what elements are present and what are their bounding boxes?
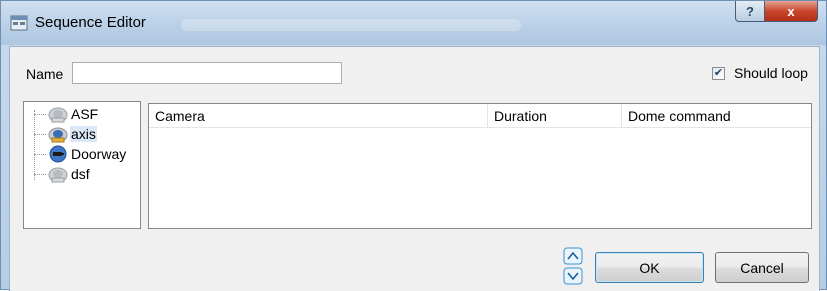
should-loop-option[interactable]: ✔ Should loop — [712, 65, 808, 81]
should-loop-label: Should loop — [734, 65, 808, 81]
dialog-body: Name ✔ Should loop ASF axis Doorway dsf … — [9, 46, 820, 291]
dome-camera-icon — [48, 127, 68, 143]
tree-item-label: Doorway — [71, 146, 127, 162]
sequence-table[interactable]: Camera Duration Dome command — [148, 103, 812, 229]
column-header-duration[interactable]: Duration — [488, 104, 622, 127]
ok-button[interactable]: OK — [595, 252, 704, 283]
name-input[interactable] — [72, 62, 342, 84]
window-icon — [10, 15, 28, 31]
name-label: Name — [26, 66, 64, 82]
tree-item-label: ASF — [71, 106, 99, 122]
tree-item-dsf[interactable]: dsf — [34, 164, 91, 184]
column-header-dome-command[interactable]: Dome command — [622, 104, 811, 127]
title-bar[interactable]: Sequence Editor ? x — [1, 1, 826, 45]
sequence-editor-window: Sequence Editor ? x Name ✔ Should loop A… — [0, 0, 827, 291]
column-header-camera[interactable]: Camera — [149, 104, 488, 127]
window-title: Sequence Editor — [35, 14, 146, 31]
dome-camera-icon — [48, 167, 68, 183]
dome-camera-icon — [48, 107, 68, 123]
help-button[interactable]: ? — [735, 1, 765, 22]
close-button[interactable]: x — [764, 1, 818, 22]
move-up-icon[interactable] — [563, 247, 583, 265]
reorder-arrows — [563, 247, 583, 285]
box-camera-icon — [49, 145, 67, 163]
tree-item-label: dsf — [71, 166, 90, 182]
should-loop-checkbox[interactable]: ✔ — [712, 66, 725, 80]
cancel-button[interactable]: Cancel — [715, 252, 809, 283]
tree-item-label: axis — [70, 126, 97, 142]
table-header: Camera Duration Dome command — [149, 104, 811, 128]
tree-item-axis[interactable]: axis — [34, 124, 97, 144]
move-down-icon[interactable] — [563, 267, 583, 285]
camera-tree[interactable]: ASF axis Doorway dsf — [23, 101, 141, 229]
tree-item-asf[interactable]: ASF — [34, 104, 99, 124]
title-bar-backdrop — [181, 19, 521, 31]
tree-item-doorway[interactable]: Doorway — [34, 144, 127, 164]
